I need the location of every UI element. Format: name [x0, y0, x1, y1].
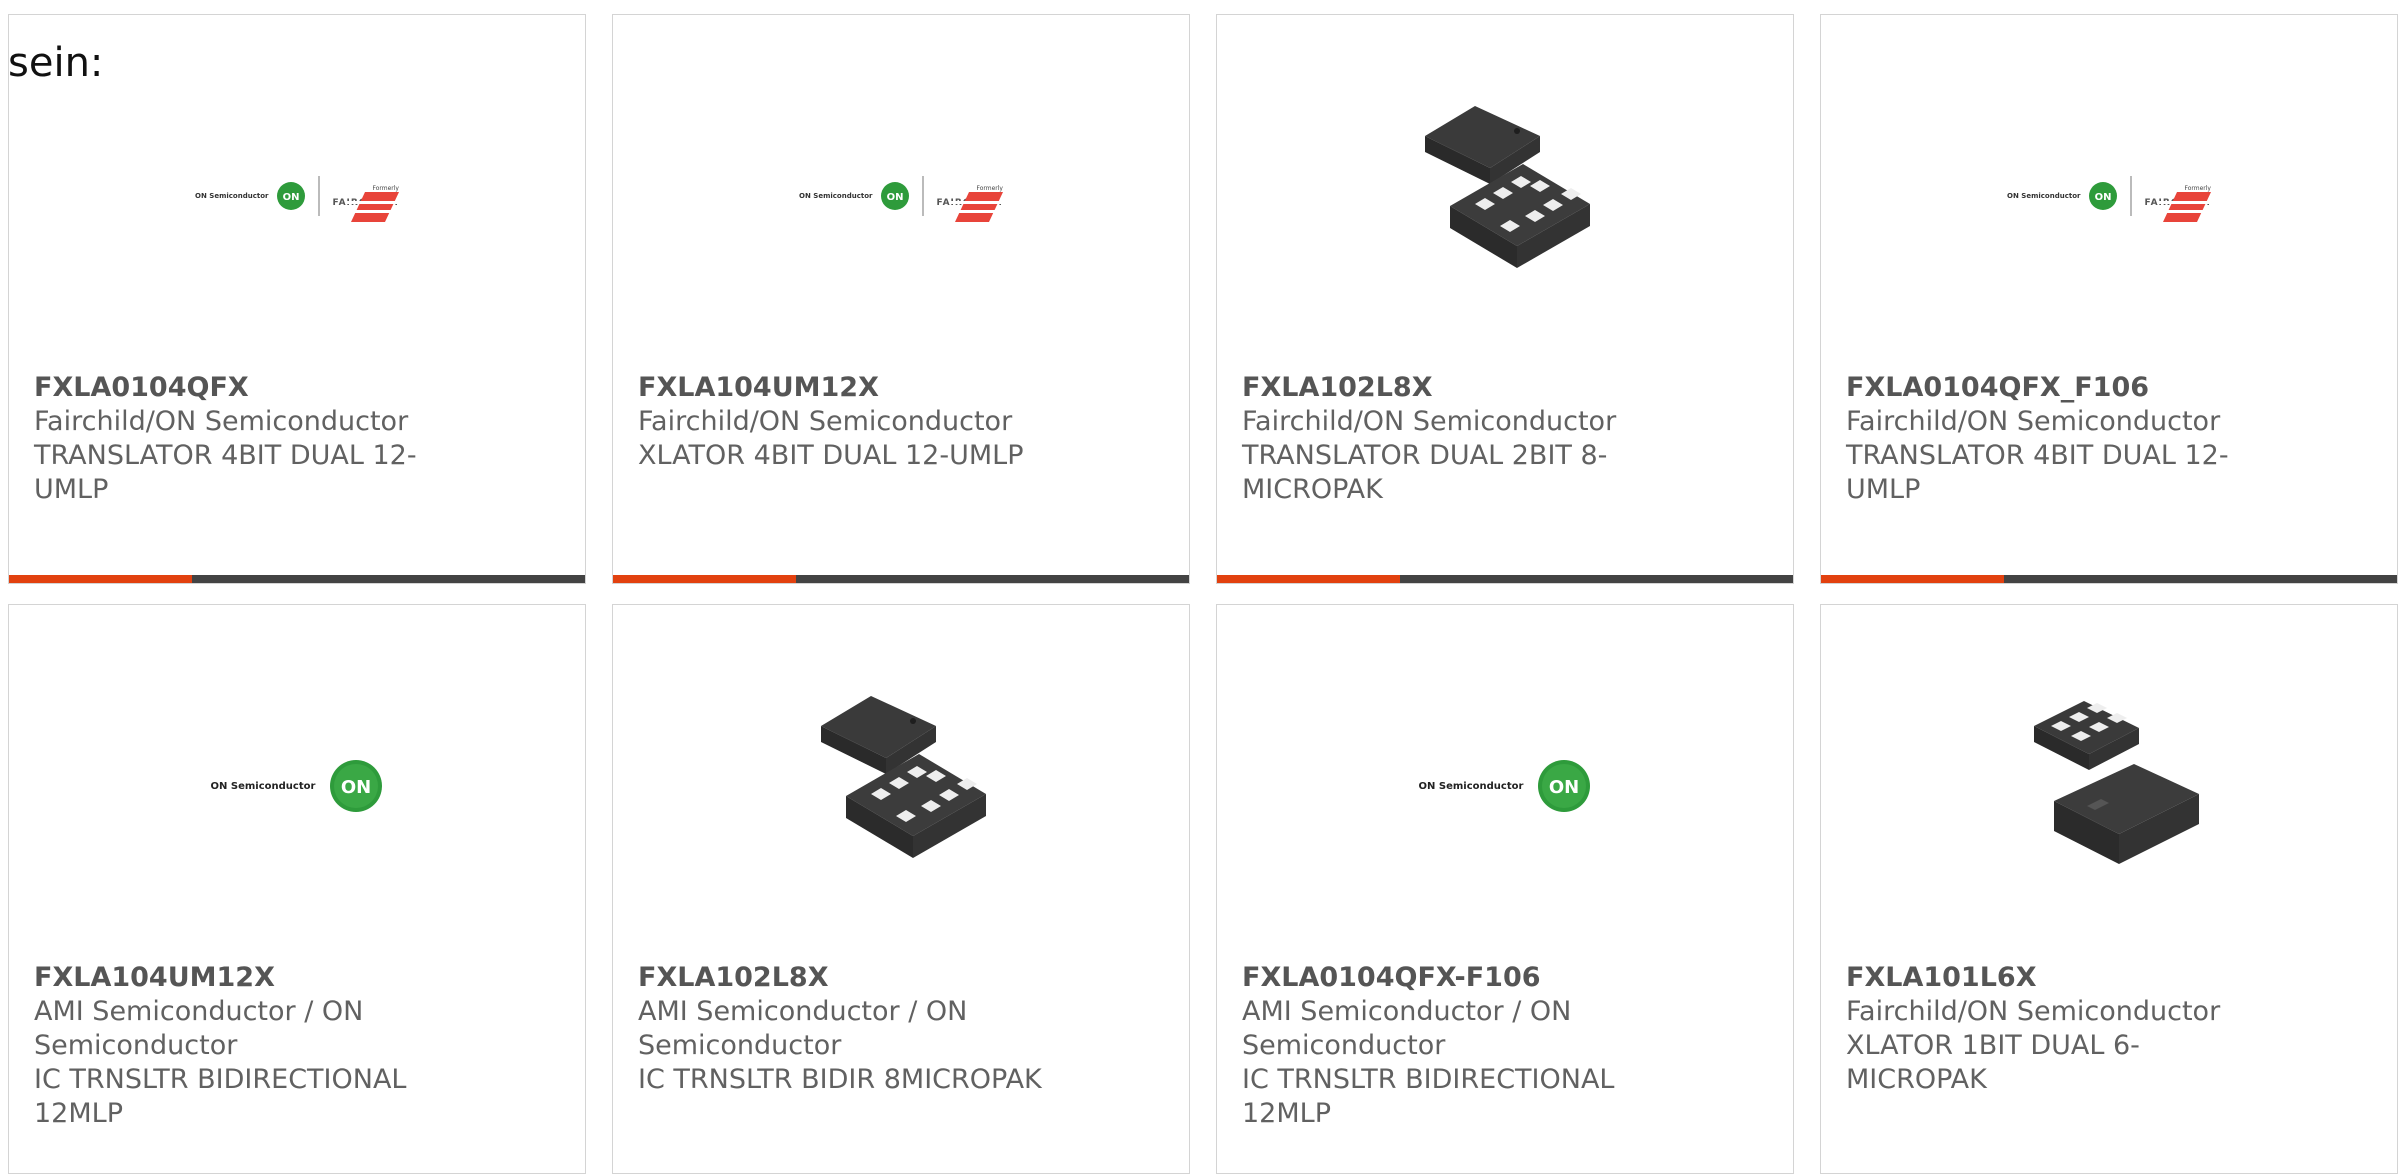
intro-text: sein: [8, 40, 104, 86]
product-info: FXLA102L8X AMI Semiconductor / ON Semico… [638, 961, 1058, 1097]
svg-text:ON: ON [1549, 777, 1579, 798]
svg-text:ON: ON [887, 192, 904, 203]
product-image[interactable]: ON Semiconductor ON [9, 663, 585, 909]
on-badge-icon: ON [1538, 760, 1591, 812]
product-info: FXLA0104QFX_F106 Fairchild/ON Semiconduc… [1846, 371, 2266, 507]
logo-on-text: ON Semiconductor [2007, 192, 2081, 200]
product-info: FXLA0104QFX Fairchild/ON Semiconductor T… [34, 371, 454, 507]
product-image[interactable]: ON Semiconductor ON [1217, 663, 1793, 909]
product-info: FXLA101L6X Fairchild/ON Semiconductor XL… [1846, 961, 2266, 1097]
card-accent-bar [1821, 575, 2004, 583]
product-card[interactable]: FXLA102L8X AMI Semiconductor / ON Semico… [612, 604, 1190, 1174]
manufacturer: Fairchild/ON Semiconductor [1846, 996, 2221, 1027]
on-semiconductor-logo: ON Semiconductor ON [211, 759, 384, 813]
product-image[interactable] [613, 663, 1189, 909]
description: XLATOR 1BIT DUAL 6-MICROPAK [1846, 1030, 2140, 1095]
card-bottom-bar [1821, 575, 2397, 583]
card-accent-bar [9, 575, 192, 583]
fairchild-on-logo: ON Semiconductor ON Formerly FAIRCHILD. [2007, 176, 2211, 222]
part-number-link[interactable]: FXLA102L8X [1242, 371, 1662, 405]
chip-8pin-icon [821, 696, 986, 858]
manufacturer: Fairchild/ON Semiconductor [1242, 406, 1617, 437]
product-card[interactable]: FXLA101L6X Fairchild/ON Semiconductor XL… [1820, 604, 2398, 1174]
product-card[interactable]: ON Semiconductor ON FXLA104UM12X AMI Sem… [8, 604, 586, 1174]
product-info: FXLA104UM12X AMI Semiconductor / ON Semi… [34, 961, 454, 1131]
logo-on-text: ON Semiconductor [1418, 780, 1524, 792]
fairchild-stripes-icon [344, 191, 399, 222]
card-bottom-bar [1217, 575, 1793, 583]
part-number-link[interactable]: FXLA101L6X [1846, 961, 2266, 995]
product-image[interactable]: ON Semiconductor ON Formerly FAIRCHILD. [613, 73, 1189, 319]
on-badge-icon: ON [330, 760, 383, 812]
logo-on-text: ON Semiconductor [195, 192, 269, 200]
card-accent-bar [1217, 575, 1400, 583]
product-card[interactable]: ON Semiconductor ON FXLA0104QFX-F106 AMI… [1216, 604, 1794, 1174]
fairchild-wordmark: Formerly FAIRCHILD. [936, 184, 1003, 222]
on-badge-icon: ON [2089, 182, 2118, 210]
product-image[interactable] [1821, 663, 2397, 909]
description: XLATOR 4BIT DUAL 12-UMLP [638, 440, 1024, 471]
manufacturer: Fairchild/ON Semiconductor [34, 406, 409, 437]
logo-divider [318, 176, 321, 216]
logo-formerly-text: Formerly [372, 184, 399, 192]
logo-on-text: ON Semiconductor [210, 780, 316, 792]
part-number-link[interactable]: FXLA0104QFX [34, 371, 454, 405]
manufacturer: AMI Semiconductor / ON Semiconductor [34, 996, 364, 1061]
description: TRANSLATOR 4BIT DUAL 12-UMLP [34, 440, 417, 505]
product-card[interactable]: ON Semiconductor ON Formerly FAIRCHILD. … [612, 14, 1190, 584]
product-card[interactable]: FXLA102L8X Fairchild/ON Semiconductor TR… [1216, 14, 1794, 584]
card-bottom-bar [613, 575, 1189, 583]
description: IC TRNSLTR BIDIRECTIONAL 12MLP [1242, 1064, 1615, 1129]
logo-formerly-text: Formerly [2184, 184, 2211, 192]
on-badge-icon: ON [881, 182, 910, 210]
product-info: FXLA0104QFX-F106 AMI Semiconductor / ON … [1242, 961, 1662, 1131]
manufacturer: AMI Semiconductor / ON Semiconductor [638, 996, 968, 1061]
product-info: FXLA104UM12X Fairchild/ON Semiconductor … [638, 371, 1058, 473]
part-number-link[interactable]: FXLA0104QFX_F106 [1846, 371, 2266, 405]
svg-text:ON: ON [283, 192, 300, 203]
logo-divider [2130, 176, 2133, 216]
product-image[interactable]: ON Semiconductor ON Formerly FAIRCHILD. [1821, 73, 2397, 319]
description: TRANSLATOR DUAL 2BIT 8-MICROPAK [1242, 440, 1608, 505]
part-number-link[interactable]: FXLA104UM12X [34, 961, 454, 995]
manufacturer: AMI Semiconductor / ON Semiconductor [1242, 996, 1572, 1061]
card-accent-bar [613, 575, 796, 583]
fairchild-on-logo: ON Semiconductor ON Formerly FAIRCHILD. [799, 176, 1003, 222]
chip-6pin-icon [2034, 701, 2199, 864]
product-card[interactable]: ON Semiconductor ON Formerly FAIRCHILD. … [8, 14, 586, 584]
part-number-link[interactable]: FXLA104UM12X [638, 371, 1058, 405]
on-badge-icon: ON [277, 182, 306, 210]
fairchild-wordmark: Formerly FAIRCHILD. [332, 184, 399, 222]
part-number-link[interactable]: FXLA102L8X [638, 961, 1058, 995]
fairchild-wordmark: Formerly FAIRCHILD. [2144, 184, 2211, 222]
fairchild-on-logo: ON Semiconductor ON Formerly FAIRCHILD. [195, 176, 399, 222]
svg-text:ON: ON [341, 777, 371, 798]
part-number-link[interactable]: FXLA0104QFX-F106 [1242, 961, 1662, 995]
manufacturer: Fairchild/ON Semiconductor [638, 406, 1013, 437]
logo-on-text: ON Semiconductor [799, 192, 873, 200]
description: IC TRNSLTR BIDIR 8MICROPAK [638, 1064, 1042, 1095]
fairchild-stripes-icon [948, 191, 1003, 222]
product-card[interactable]: ON Semiconductor ON Formerly FAIRCHILD. … [1820, 14, 2398, 584]
card-bottom-bar [9, 575, 585, 583]
chip-8pin-icon [1425, 106, 1590, 268]
description: TRANSLATOR 4BIT DUAL 12-UMLP [1846, 440, 2229, 505]
fairchild-stripes-icon [2156, 191, 2211, 222]
description: IC TRNSLTR BIDIRECTIONAL 12MLP [34, 1064, 407, 1129]
manufacturer: Fairchild/ON Semiconductor [1846, 406, 2221, 437]
on-semiconductor-logo: ON Semiconductor ON [1419, 759, 1592, 813]
logo-formerly-text: Formerly [976, 184, 1003, 192]
product-image[interactable] [1217, 73, 1793, 319]
product-info: FXLA102L8X Fairchild/ON Semiconductor TR… [1242, 371, 1662, 507]
svg-text:ON: ON [2095, 192, 2112, 203]
logo-divider [922, 176, 925, 216]
product-image[interactable]: ON Semiconductor ON Formerly FAIRCHILD. [9, 73, 585, 319]
